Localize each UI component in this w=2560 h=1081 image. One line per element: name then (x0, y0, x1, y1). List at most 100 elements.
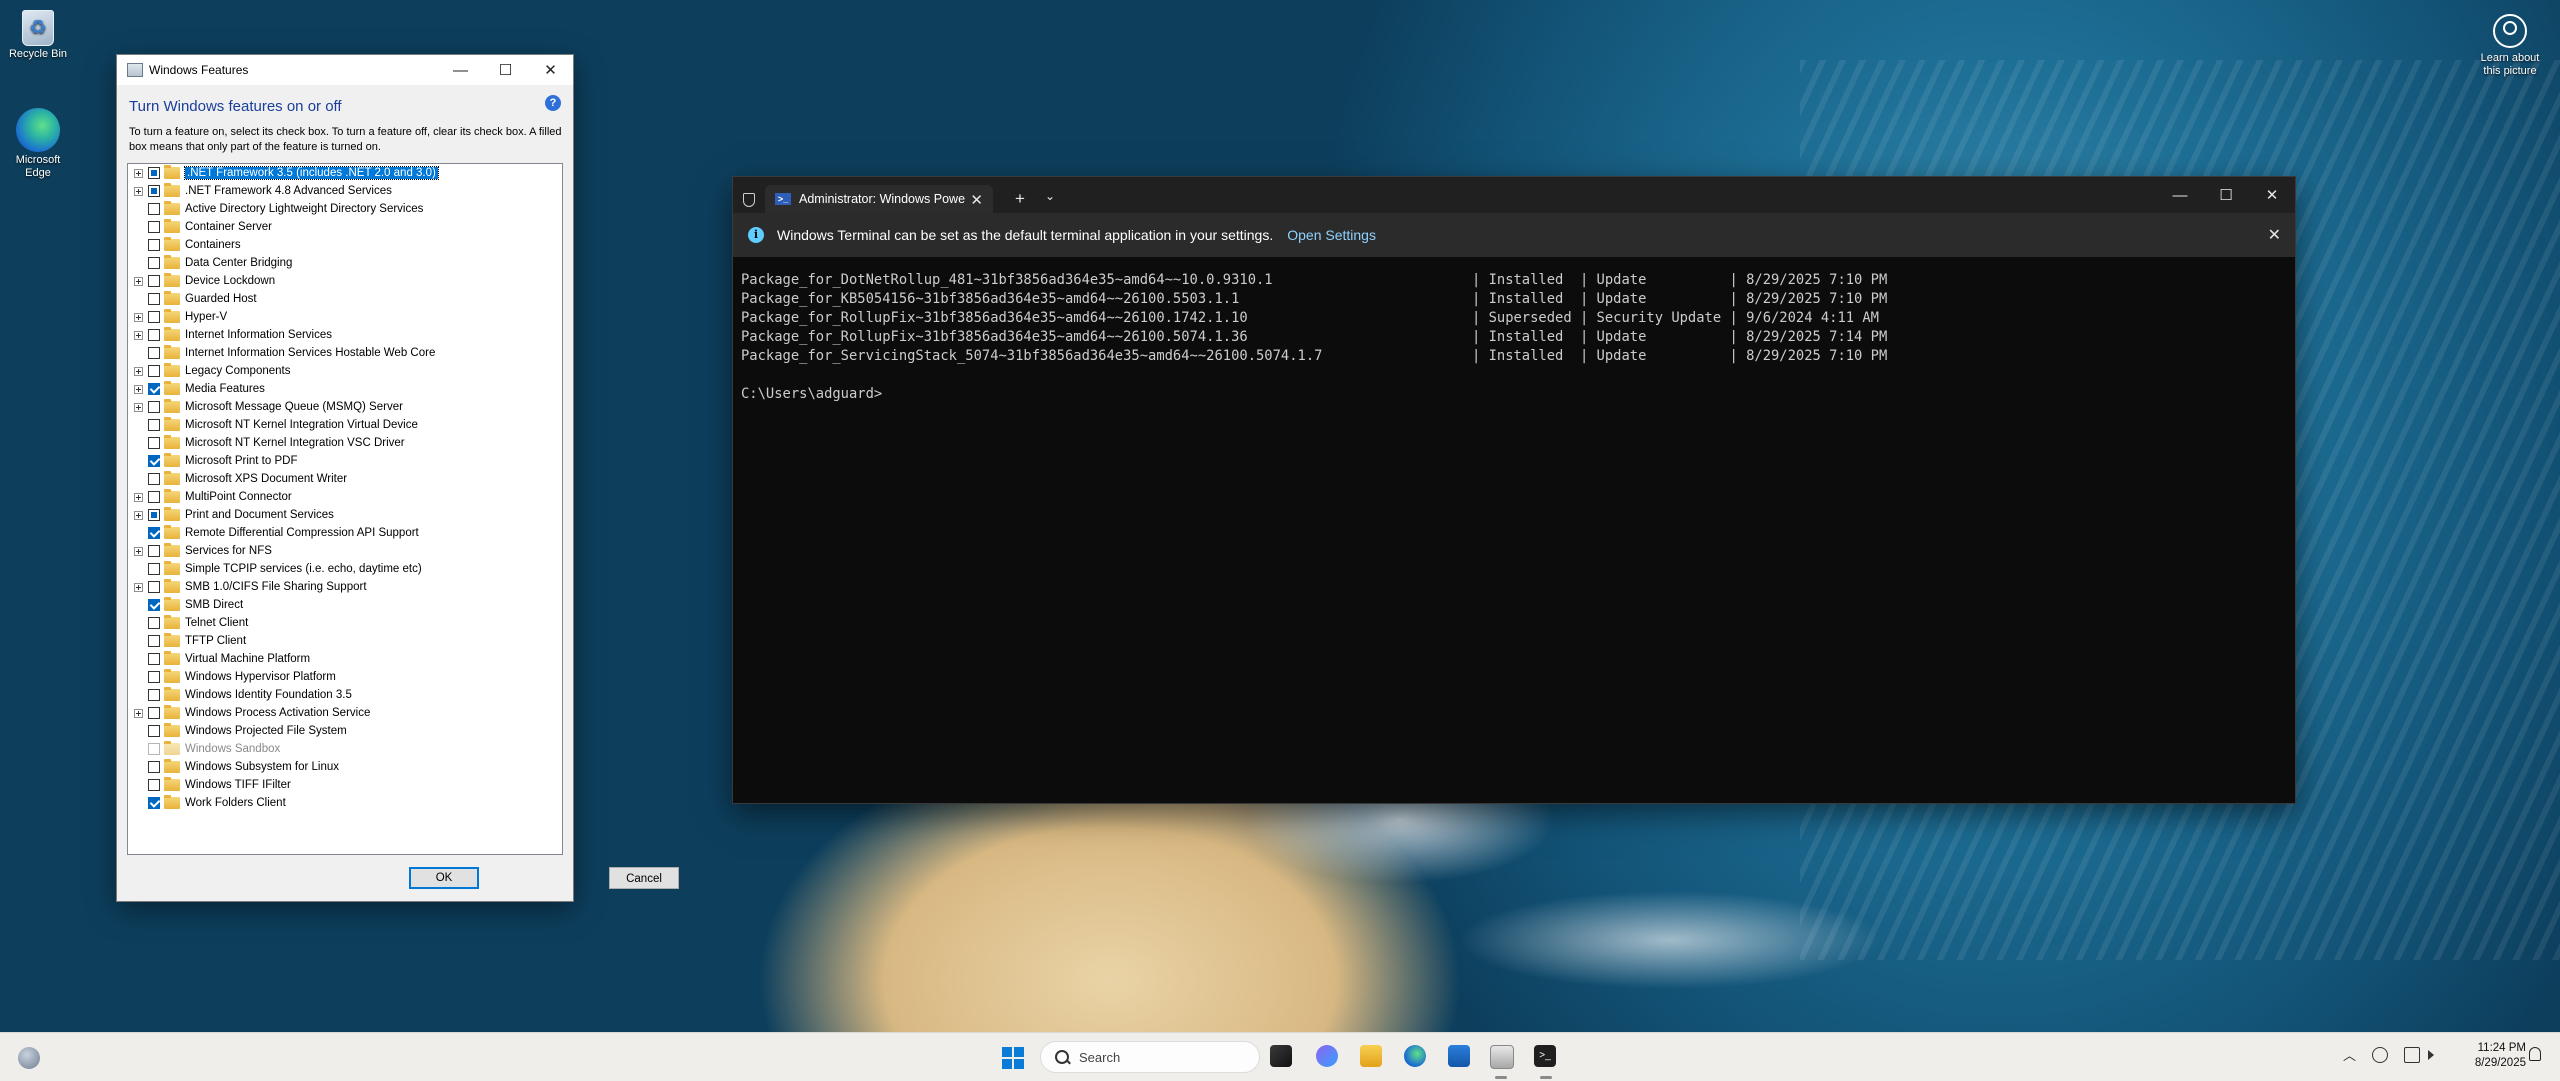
onedrive-icon[interactable] (2372, 1047, 2388, 1063)
feature-checkbox[interactable] (148, 401, 160, 413)
feature-checkbox[interactable] (148, 275, 160, 287)
edge-taskbar-icon[interactable] (1404, 1045, 1426, 1067)
terminal-minimize-button[interactable]: — (2157, 177, 2203, 213)
feature-checkbox[interactable] (148, 293, 160, 305)
taskbar-search[interactable]: Search (1040, 1041, 1260, 1073)
feature-checkbox[interactable] (148, 473, 160, 485)
feature-checkbox[interactable] (148, 167, 160, 179)
feature-row[interactable]: Windows TIFF IFilter (128, 776, 558, 794)
minimize-button[interactable]: — (438, 55, 483, 85)
feature-row[interactable]: Internet Information Services Hostable W… (128, 344, 558, 362)
weather-widget-icon[interactable] (18, 1047, 40, 1069)
feature-row[interactable]: Legacy Components (128, 362, 558, 380)
feature-checkbox[interactable] (148, 365, 160, 377)
feature-row[interactable]: Simple TCPIP services (i.e. echo, daytim… (128, 560, 558, 578)
expand-plus-icon[interactable] (134, 366, 143, 376)
terminal-maximize-button[interactable]: ☐ (2203, 177, 2249, 213)
feature-row[interactable]: Windows Process Activation Service (128, 704, 558, 722)
cancel-button[interactable]: Cancel (609, 867, 679, 889)
close-button[interactable]: ✕ (528, 55, 573, 85)
help-icon[interactable]: ? (545, 95, 561, 111)
feature-row[interactable]: Telnet Client (128, 614, 558, 632)
terminal-close-button[interactable]: ✕ (2249, 177, 2295, 213)
feature-row[interactable]: Virtual Machine Platform (128, 650, 558, 668)
copilot-icon[interactable] (1316, 1045, 1338, 1067)
task-view-icon[interactable] (1270, 1045, 1292, 1067)
feature-checkbox[interactable] (148, 779, 160, 791)
feature-checkbox[interactable] (148, 437, 160, 449)
feature-checkbox[interactable] (148, 239, 160, 251)
expand-plus-icon[interactable] (134, 330, 143, 340)
feature-row[interactable]: Containers (128, 236, 558, 254)
feature-row[interactable]: Microsoft NT Kernel Integration VSC Driv… (128, 434, 558, 452)
feature-checkbox[interactable] (148, 311, 160, 323)
feature-row[interactable]: Microsoft Message Queue (MSMQ) Server (128, 398, 558, 416)
feature-row[interactable]: Microsoft XPS Document Writer (128, 470, 558, 488)
feature-checkbox[interactable] (148, 797, 160, 809)
maximize-button[interactable]: ☐ (483, 55, 528, 85)
feature-row[interactable]: Print and Document Services (128, 506, 558, 524)
feature-row[interactable]: Windows Sandbox (128, 740, 558, 758)
feature-checkbox[interactable] (148, 563, 160, 575)
file-explorer-icon[interactable] (1360, 1045, 1382, 1067)
feature-checkbox[interactable] (148, 383, 160, 395)
feature-checkbox[interactable] (148, 527, 160, 539)
feature-row[interactable]: Remote Differential Compression API Supp… (128, 524, 558, 542)
expand-plus-icon[interactable] (134, 384, 143, 394)
feature-row[interactable]: Microsoft Print to PDF (128, 452, 558, 470)
feature-row[interactable]: Guarded Host (128, 290, 558, 308)
tray-overflow-chevron-icon[interactable]: ︿ (2343, 1045, 2356, 1064)
feature-row[interactable]: Windows Hypervisor Platform (128, 668, 558, 686)
feature-row[interactable]: Services for NFS (128, 542, 558, 560)
feature-checkbox[interactable] (148, 509, 160, 521)
learn-about-picture[interactable]: Learn about this picture (2470, 14, 2550, 78)
features-taskbar-icon[interactable] (1490, 1045, 1514, 1069)
feature-checkbox[interactable] (148, 203, 160, 215)
expand-plus-icon[interactable] (134, 582, 143, 592)
feature-row[interactable]: Container Server (128, 218, 558, 236)
feature-checkbox[interactable] (148, 347, 160, 359)
open-settings-link[interactable]: Open Settings (1287, 227, 1376, 243)
terminal-tab[interactable]: >_ Administrator: Windows Powe ✕ (765, 185, 993, 213)
store-icon[interactable] (1448, 1045, 1470, 1067)
feature-row[interactable]: Work Folders Client (128, 794, 558, 812)
feature-row[interactable]: Windows Identity Foundation 3.5 (128, 686, 558, 704)
network-icon[interactable] (2404, 1047, 2420, 1063)
feature-row[interactable]: SMB 1.0/CIFS File Sharing Support (128, 578, 558, 596)
expand-plus-icon[interactable] (134, 186, 143, 196)
ok-button[interactable]: OK (409, 867, 479, 889)
volume-icon[interactable] (2428, 1050, 2434, 1060)
feature-row[interactable]: Windows Subsystem for Linux (128, 758, 558, 776)
feature-checkbox[interactable] (148, 617, 160, 629)
feature-checkbox[interactable] (148, 329, 160, 341)
tab-dropdown-icon[interactable]: ⌄ (1045, 189, 1055, 203)
feature-checkbox[interactable] (148, 221, 160, 233)
dialog-titlebar[interactable]: Windows Features — ☐ ✕ (117, 55, 573, 85)
features-tree[interactable]: .NET Framework 3.5 (includes .NET 2.0 an… (127, 163, 563, 855)
feature-row[interactable]: MultiPoint Connector (128, 488, 558, 506)
edge-desktop-icon[interactable]: Microsoft Edge (0, 108, 76, 180)
feature-checkbox[interactable] (148, 491, 160, 503)
feature-row[interactable]: Windows Projected File System (128, 722, 558, 740)
feature-row[interactable]: Active Directory Lightweight Directory S… (128, 200, 558, 218)
feature-checkbox[interactable] (148, 635, 160, 647)
feature-row[interactable]: TFTP Client (128, 632, 558, 650)
expand-plus-icon[interactable] (134, 312, 143, 322)
recycle-bin-desktop-icon[interactable]: ♻ Recycle Bin (0, 10, 76, 61)
start-button[interactable] (1002, 1047, 1024, 1069)
feature-row[interactable]: Hyper-V (128, 308, 558, 326)
feature-row[interactable]: Data Center Bridging (128, 254, 558, 272)
console-output[interactable]: Package_for_DotNetRollup_481~31bf3856ad3… (741, 271, 1887, 404)
feature-checkbox[interactable] (148, 761, 160, 773)
tab-close-icon[interactable]: ✕ (970, 191, 983, 209)
infobar-close-icon[interactable]: ✕ (2268, 225, 2281, 245)
expand-plus-icon[interactable] (134, 276, 143, 286)
expand-plus-icon[interactable] (134, 168, 143, 178)
feature-row[interactable]: Device Lockdown (128, 272, 558, 290)
feature-checkbox[interactable] (148, 455, 160, 467)
notification-bell-icon[interactable] (2529, 1047, 2541, 1061)
feature-checkbox[interactable] (148, 689, 160, 701)
feature-row[interactable]: Internet Information Services (128, 326, 558, 344)
feature-checkbox[interactable] (148, 707, 160, 719)
feature-checkbox[interactable] (148, 725, 160, 737)
